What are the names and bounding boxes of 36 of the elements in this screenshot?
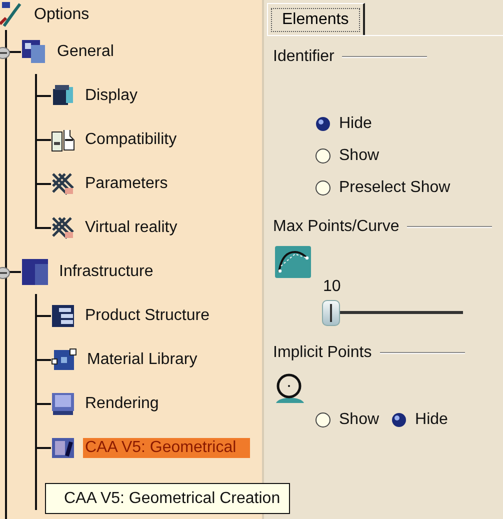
circle-icon xyxy=(275,372,305,404)
section-title: Max Points/Curve xyxy=(273,218,400,236)
radio-button[interactable]: Hide xyxy=(315,108,503,140)
pattern-icon xyxy=(51,172,75,196)
tree-item[interactable]: Virtual reality xyxy=(83,218,180,238)
radio-button[interactable]: Show xyxy=(315,404,380,436)
tooltip: CAA V5: Geometrical Creation xyxy=(45,483,290,514)
tree-item[interactable]: Infrastructure xyxy=(57,262,156,282)
tree-item[interactable]: General xyxy=(55,42,116,62)
grid-icon xyxy=(51,348,77,372)
tree-item[interactable]: Product Structure xyxy=(83,306,212,326)
document-icon xyxy=(51,128,75,152)
radio-button[interactable]: Hide xyxy=(391,404,448,436)
radio-button[interactable]: Show xyxy=(315,140,503,172)
radio-button[interactable]: Preselect Show xyxy=(315,172,503,204)
pattern-icon xyxy=(51,216,75,240)
blocks-icon xyxy=(21,39,47,65)
tree-item[interactable]: Compatibility xyxy=(83,130,179,150)
blocks-icon xyxy=(21,258,49,286)
structure-icon xyxy=(51,304,75,328)
tab[interactable]: Elements xyxy=(267,3,365,35)
tile-icon xyxy=(51,436,75,460)
box-icon xyxy=(51,84,75,108)
tree-item[interactable]: Material Library xyxy=(85,350,200,370)
monitor-icon xyxy=(51,392,75,416)
tree-item[interactable]: Display xyxy=(83,86,140,106)
curve-icon xyxy=(275,246,311,278)
slider-value: 10 xyxy=(323,278,342,296)
section-title: Implicit Points xyxy=(273,344,372,362)
tree-item[interactable]: Rendering xyxy=(83,394,161,414)
tree-item[interactable]: Parameters xyxy=(83,174,170,194)
section-title: Identifier xyxy=(273,48,334,66)
slider-thumb[interactable] xyxy=(322,300,340,326)
collapse-icon[interactable] xyxy=(0,267,10,279)
collapse-icon[interactable] xyxy=(0,47,10,59)
tree-item[interactable]: Options xyxy=(32,5,92,25)
